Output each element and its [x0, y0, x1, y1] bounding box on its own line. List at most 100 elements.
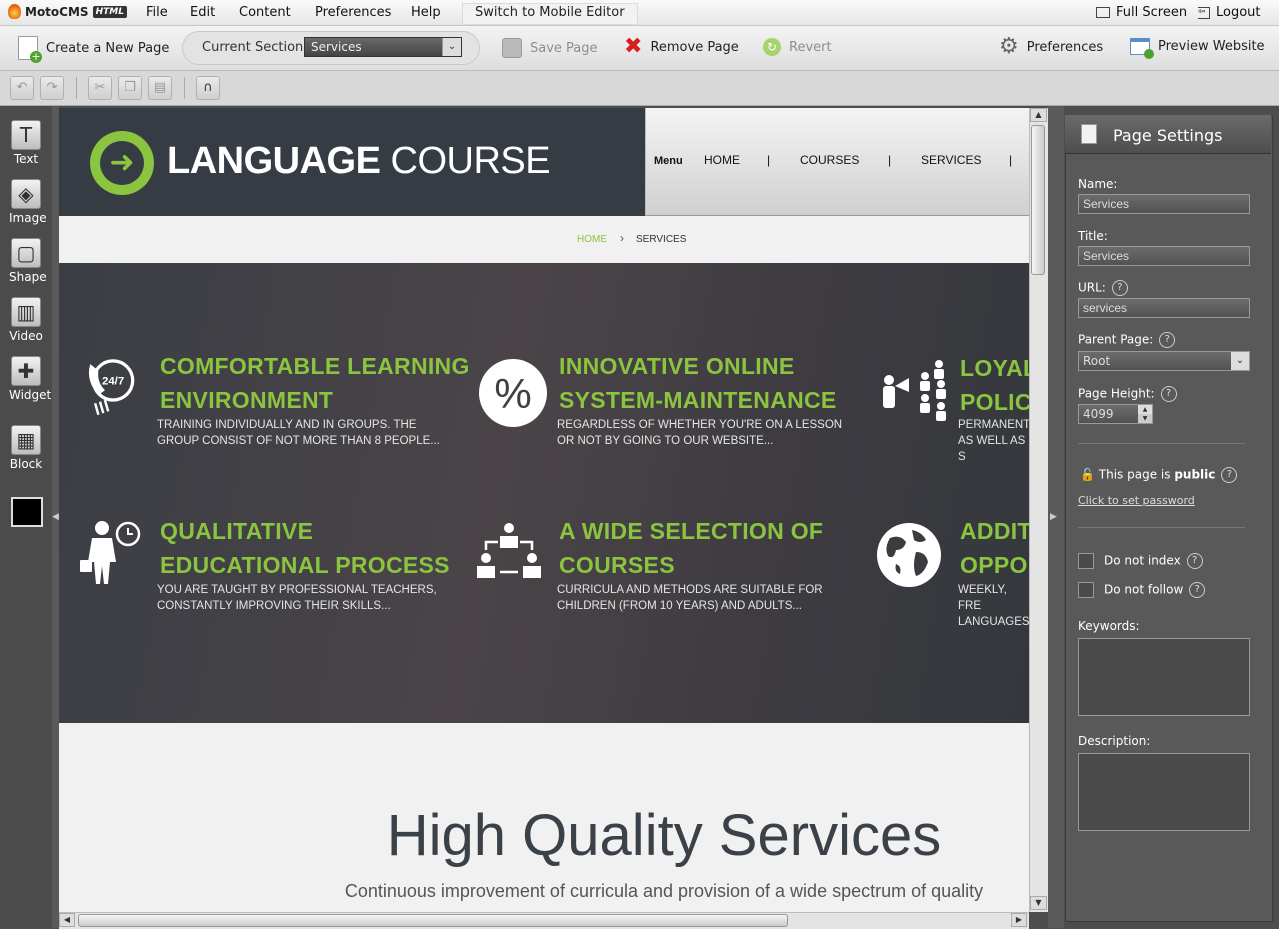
percent-icon: % [479, 359, 547, 427]
features-section [59, 263, 1029, 723]
feature-title: ADDIT OPPO [960, 518, 1029, 578]
right-panel-splitter[interactable]: ▶ [1048, 106, 1064, 928]
app-logo-text: MotoCMS [25, 4, 89, 19]
chevron-down-icon: ⌄ [442, 38, 461, 56]
remove-page-button[interactable]: ✖ Remove Page [624, 34, 739, 59]
tool-video-label: Video [9, 329, 43, 343]
parent-page-select[interactable]: Root ⌄ [1078, 351, 1250, 371]
app-logo-badge: HTML [92, 5, 127, 18]
menu-edit[interactable]: Edit [190, 5, 215, 20]
feature-text: PERMANENT AS WELL AS S [958, 419, 1029, 463]
paste-icon[interactable]: ▤ [148, 76, 172, 100]
feature-title: LOYAL POLIC [960, 355, 1029, 415]
save-page-button[interactable]: Save Page [502, 38, 598, 58]
tool-text-label: Text [13, 152, 39, 166]
name-field[interactable] [1078, 194, 1250, 214]
parent-page-label: Parent Page: [1078, 332, 1154, 347]
tool-shape[interactable]: ▢ Shape [9, 238, 47, 284]
magnet-icon[interactable]: ∩ [196, 76, 220, 100]
site-nav-separator: | [888, 153, 892, 167]
do-not-index-checkbox[interactable] [1078, 553, 1094, 569]
create-page-button[interactable]: + Create a New Page [18, 36, 170, 63]
current-section-value: Services [311, 40, 362, 54]
edit-toolbar: ↶ ↷ ✂ ❐ ▤ ∩ [0, 71, 1279, 106]
fullscreen-icon [1096, 7, 1110, 18]
horizontal-scroll-thumb[interactable] [78, 914, 788, 927]
stepper-down-icon[interactable]: ▼ [1138, 414, 1152, 423]
scroll-down-icon[interactable]: ▼ [1030, 896, 1047, 910]
cut-icon[interactable]: ✂ [88, 76, 112, 100]
shape-square-icon: ▢ [11, 238, 41, 268]
url-field[interactable] [1078, 298, 1250, 318]
globe-icon [877, 523, 941, 587]
site-logo-bold: LANGUAGE [167, 140, 381, 182]
redo-icon[interactable]: ↷ [40, 76, 64, 100]
page-height-stepper[interactable]: 4099 ▲ ▼ [1078, 404, 1153, 424]
create-page-label: Create a New Page [46, 40, 170, 56]
block-grid-icon: ▦ [11, 425, 41, 455]
help-icon[interactable]: ? [1186, 553, 1203, 569]
current-section-select[interactable]: Services ⌄ [304, 37, 462, 57]
help-icon[interactable]: ? [1221, 467, 1238, 483]
site-nav-courses[interactable]: COURSES [800, 153, 859, 167]
tool-block[interactable]: ▦ Block [9, 425, 43, 471]
red-x-icon: ✖ [624, 34, 643, 59]
divider [1078, 527, 1245, 528]
scroll-right-icon[interactable]: ▶ [1011, 913, 1027, 927]
flame-icon [8, 4, 21, 19]
page-canvas[interactable]: ➜ LANGUAGE COURSE Menu HOME | COURSES | … [59, 108, 1029, 912]
revert-button[interactable]: ↻ Revert [763, 38, 832, 56]
help-icon[interactable]: ? [1111, 280, 1128, 296]
switch-mobile-editor-button[interactable]: Switch to Mobile Editor [462, 3, 638, 25]
fullscreen-button[interactable]: Full Screen [1096, 5, 1187, 20]
set-password-link[interactable]: Click to set password [1078, 494, 1195, 507]
site-nav-services[interactable]: SERVICES [921, 153, 981, 167]
unlock-icon: 🔓 [1080, 467, 1095, 482]
text-t-icon: T [11, 120, 41, 150]
page-height-value: 4099 [1083, 407, 1114, 421]
title-label: Title: [1078, 229, 1108, 243]
fullscreen-label: Full Screen [1116, 5, 1188, 20]
stepper-up-icon[interactable]: ▲ [1138, 405, 1152, 414]
site-nav-home[interactable]: HOME [704, 153, 740, 167]
keywords-textarea[interactable] [1078, 638, 1250, 716]
tool-text[interactable]: T Text [9, 120, 43, 166]
page-settings-title: Page Settings [1113, 126, 1223, 145]
copy-icon[interactable]: ❐ [118, 76, 142, 100]
vertical-scroll-thumb[interactable] [1031, 125, 1045, 275]
left-panel-splitter[interactable]: ◀ [52, 106, 59, 928]
feature-text: CURRICULA AND METHODS ARE SUITABLE FOR C… [557, 584, 823, 612]
breadcrumb-home[interactable]: HOME [577, 234, 607, 245]
phone-24-7-icon: 24/7 [88, 359, 135, 416]
menu-help[interactable]: Help [411, 5, 441, 20]
tool-image[interactable]: ◈ Image [9, 179, 47, 225]
menu-file[interactable]: File [146, 5, 168, 20]
floppy-disk-icon [502, 38, 522, 58]
scroll-left-icon[interactable]: ◀ [59, 913, 75, 927]
megaphone-crowd-icon [883, 360, 946, 421]
scroll-up-icon[interactable]: ▲ [1030, 108, 1047, 122]
site-logo-text[interactable]: LANGUAGE COURSE [167, 140, 551, 183]
logout-icon: ⇦ [1198, 6, 1210, 19]
page-height-label: Page Height: [1078, 386, 1155, 401]
do-not-follow-checkbox[interactable] [1078, 582, 1094, 598]
help-icon[interactable]: ? [1159, 332, 1176, 348]
menu-content[interactable]: Content [239, 5, 291, 20]
site-nav-menu-label: Menu [654, 155, 683, 167]
preferences-button[interactable]: ⚙ Preferences [999, 36, 1103, 58]
title-field[interactable] [1078, 246, 1250, 266]
site-logo-arrow-icon: ➜ [90, 131, 154, 195]
site-logo-light: COURSE [390, 140, 551, 182]
undo-icon[interactable]: ↶ [10, 76, 34, 100]
tool-video[interactable]: ▥ Video [9, 297, 43, 343]
description-textarea[interactable] [1078, 753, 1250, 831]
logout-button[interactable]: ⇦ Logout [1198, 5, 1261, 20]
help-icon[interactable]: ? [1189, 582, 1206, 598]
preview-website-button[interactable]: Preview Website [1130, 38, 1265, 59]
help-icon[interactable]: ? [1160, 386, 1177, 402]
feature-title: A WIDE SELECTION OF COURSES [559, 518, 824, 578]
color-picker-swatch[interactable] [11, 497, 43, 527]
public-status-text: This page is [1098, 467, 1171, 482]
tool-widget[interactable]: ✚ Widget [9, 356, 51, 402]
menu-preferences[interactable]: Preferences [315, 5, 391, 20]
